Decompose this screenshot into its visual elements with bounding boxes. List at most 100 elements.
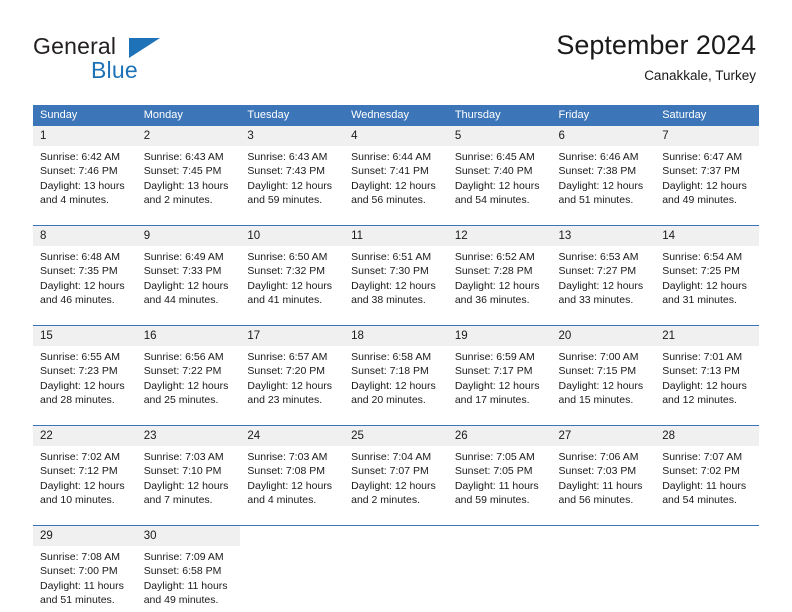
day-cell-20[interactable]: 20: [551, 326, 656, 346]
sunset-text: Sunset: 7:17 PM: [454, 365, 533, 378]
day-number: 15: [40, 330, 53, 342]
day-cell-28[interactable]: 28: [655, 426, 759, 446]
sunset-text: Sunset: 7:33 PM: [143, 265, 222, 278]
day-detail-empty-1: [240, 546, 345, 612]
sunset-text: Sunset: 7:30 PM: [351, 265, 429, 278]
day-cell-empty-2: [344, 526, 448, 546]
day-detail-1[interactable]: Sunrise: 6:42 AM Sunset: 7:46 PM Dayligh…: [33, 146, 137, 212]
day-cell-24[interactable]: 24: [240, 426, 345, 446]
day-detail-24[interactable]: Sunrise: 7:03 AM Sunset: 7:08 PM Dayligh…: [240, 446, 345, 512]
day-cell-4[interactable]: 4: [344, 126, 448, 146]
week-gap: [33, 212, 759, 225]
day-cell-26[interactable]: 26: [447, 426, 552, 446]
day-cell-12[interactable]: 12: [447, 226, 552, 246]
day-detail-empty-2: [344, 546, 448, 612]
week-2-details: Sunrise: 6:48 AM Sunset: 7:35 PM Dayligh…: [33, 246, 759, 312]
sunrise-text: Sunrise: 7:03 AM: [247, 451, 328, 463]
sunset-text: Sunset: 7:02 PM: [662, 465, 740, 478]
daylight-text-line2: and 2 minutes.: [351, 494, 420, 507]
day-detail-26[interactable]: Sunrise: 7:05 AM Sunset: 7:05 PM Dayligh…: [447, 446, 552, 512]
day-cell-7[interactable]: 7: [655, 126, 759, 146]
day-cell-14[interactable]: 14: [655, 226, 759, 246]
day-detail-13[interactable]: Sunrise: 6:53 AM Sunset: 7:27 PM Dayligh…: [551, 246, 656, 312]
day-detail-6[interactable]: Sunrise: 6:46 AM Sunset: 7:38 PM Dayligh…: [551, 146, 656, 212]
daylight-text-line2: and 10 minutes.: [40, 494, 115, 507]
sunset-text: Sunset: 7:38 PM: [558, 165, 637, 178]
day-detail-2[interactable]: Sunrise: 6:43 AM Sunset: 7:45 PM Dayligh…: [136, 146, 241, 212]
day-detail-11[interactable]: Sunrise: 6:51 AM Sunset: 7:30 PM Dayligh…: [344, 246, 448, 312]
day-cell-5[interactable]: 5: [447, 126, 552, 146]
day-detail-5[interactable]: Sunrise: 6:45 AM Sunset: 7:40 PM Dayligh…: [447, 146, 552, 212]
day-detail-29[interactable]: Sunrise: 7:08 AM Sunset: 7:00 PM Dayligh…: [33, 546, 137, 612]
sunset-text: Sunset: 7:20 PM: [247, 365, 326, 378]
day-cell-8[interactable]: 8: [33, 226, 137, 246]
day-detail-30[interactable]: Sunrise: 7:09 AM Sunset: 6:58 PM Dayligh…: [136, 546, 241, 612]
day-detail-21[interactable]: Sunrise: 7:01 AM Sunset: 7:13 PM Dayligh…: [655, 346, 759, 412]
day-cell-15[interactable]: 15: [33, 326, 137, 346]
day-detail-27[interactable]: Sunrise: 7:06 AM Sunset: 7:03 PM Dayligh…: [551, 446, 656, 512]
day-cell-30[interactable]: 30: [136, 526, 241, 546]
day-detail-14[interactable]: Sunrise: 6:54 AM Sunset: 7:25 PM Dayligh…: [655, 246, 759, 312]
day-cell-17[interactable]: 17: [240, 326, 345, 346]
day-detail-17[interactable]: Sunrise: 6:57 AM Sunset: 7:20 PM Dayligh…: [240, 346, 345, 412]
day-detail-20[interactable]: Sunrise: 7:00 AM Sunset: 7:15 PM Dayligh…: [551, 346, 656, 412]
sunrise-text: Sunrise: 6:47 AM: [662, 151, 743, 163]
sunset-text: Sunset: 7:32 PM: [247, 265, 326, 278]
sunrise-text: Sunrise: 7:01 AM: [662, 351, 743, 363]
day-cell-empty-4: [551, 526, 656, 546]
day-detail-15[interactable]: Sunrise: 6:55 AM Sunset: 7:23 PM Dayligh…: [33, 346, 137, 412]
day-cell-6[interactable]: 6: [551, 126, 656, 146]
day-cell-25[interactable]: 25: [344, 426, 448, 446]
day-cell-1[interactable]: 1: [33, 126, 137, 146]
sunrise-text: Sunrise: 6:52 AM: [454, 251, 535, 263]
day-number: 1: [40, 130, 47, 142]
daylight-text-line1: Daylight: 11 hours: [143, 579, 228, 592]
day-detail-16[interactable]: Sunrise: 6:56 AM Sunset: 7:22 PM Dayligh…: [136, 346, 241, 412]
sunset-text: Sunset: 7:45 PM: [143, 165, 222, 178]
page-subtitle: Canakkale, Turkey: [644, 68, 756, 83]
day-detail-18[interactable]: Sunrise: 6:58 AM Sunset: 7:18 PM Dayligh…: [344, 346, 448, 412]
day-detail-25[interactable]: Sunrise: 7:04 AM Sunset: 7:07 PM Dayligh…: [344, 446, 448, 512]
day-detail-3[interactable]: Sunrise: 6:43 AM Sunset: 7:43 PM Dayligh…: [240, 146, 345, 212]
day-detail-22[interactable]: Sunrise: 7:02 AM Sunset: 7:12 PM Dayligh…: [33, 446, 137, 512]
day-detail-28[interactable]: Sunrise: 7:07 AM Sunset: 7:02 PM Dayligh…: [655, 446, 759, 512]
day-cell-11[interactable]: 11: [344, 226, 448, 246]
day-cell-9[interactable]: 9: [136, 226, 241, 246]
daylight-text-line1: Daylight: 12 hours: [351, 279, 436, 292]
day-cell-27[interactable]: 27: [551, 426, 656, 446]
weekday-header-thursday: Thursday: [447, 105, 552, 126]
day-cell-29[interactable]: 29: [33, 526, 137, 546]
calendar-body: 1 2 3 4 5 6 7 Sunrise: 6:42 AM Sunset: 7…: [33, 126, 759, 612]
sunset-text: Sunset: 7:27 PM: [558, 265, 637, 278]
day-number: 3: [247, 130, 254, 142]
day-detail-7[interactable]: Sunrise: 6:47 AM Sunset: 7:37 PM Dayligh…: [655, 146, 759, 212]
day-cell-3[interactable]: 3: [240, 126, 345, 146]
day-number: 23: [143, 430, 157, 442]
day-cell-22[interactable]: 22: [33, 426, 137, 446]
day-cell-16[interactable]: 16: [136, 326, 241, 346]
daylight-text-line2: and 25 minutes.: [143, 394, 219, 407]
day-detail-10[interactable]: Sunrise: 6:50 AM Sunset: 7:32 PM Dayligh…: [240, 246, 345, 312]
sunrise-text: Sunrise: 7:03 AM: [143, 451, 224, 463]
sunset-text: Sunset: 7:22 PM: [143, 365, 222, 378]
sunrise-sunset-calendar: Sunday Monday Tuesday Wednesday Thursday…: [33, 105, 759, 612]
day-cell-21[interactable]: 21: [655, 326, 759, 346]
day-cell-23[interactable]: 23: [136, 426, 241, 446]
day-detail-12[interactable]: Sunrise: 6:52 AM Sunset: 7:28 PM Dayligh…: [447, 246, 552, 312]
daylight-text-line1: Daylight: 12 hours: [247, 279, 333, 292]
day-cell-2[interactable]: 2: [136, 126, 241, 146]
daylight-text-line1: Daylight: 12 hours: [40, 379, 125, 392]
day-detail-19[interactable]: Sunrise: 6:59 AM Sunset: 7:17 PM Dayligh…: [447, 346, 552, 412]
day-detail-9[interactable]: Sunrise: 6:49 AM Sunset: 7:33 PM Dayligh…: [136, 246, 241, 312]
day-number: 17: [247, 330, 261, 342]
day-detail-4[interactable]: Sunrise: 6:44 AM Sunset: 7:41 PM Dayligh…: [344, 146, 448, 212]
day-cell-19[interactable]: 19: [447, 326, 552, 346]
daylight-text-line2: and 51 minutes.: [558, 194, 634, 207]
daylight-text-line2: and 33 minutes.: [558, 294, 634, 307]
day-detail-23[interactable]: Sunrise: 7:03 AM Sunset: 7:10 PM Dayligh…: [136, 446, 241, 512]
general-blue-logo[interactable]: General Blue: [33, 33, 213, 89]
day-cell-10[interactable]: 10: [240, 226, 345, 246]
day-detail-8[interactable]: Sunrise: 6:48 AM Sunset: 7:35 PM Dayligh…: [33, 246, 137, 312]
day-cell-13[interactable]: 13: [551, 226, 656, 246]
day-cell-18[interactable]: 18: [344, 326, 448, 346]
